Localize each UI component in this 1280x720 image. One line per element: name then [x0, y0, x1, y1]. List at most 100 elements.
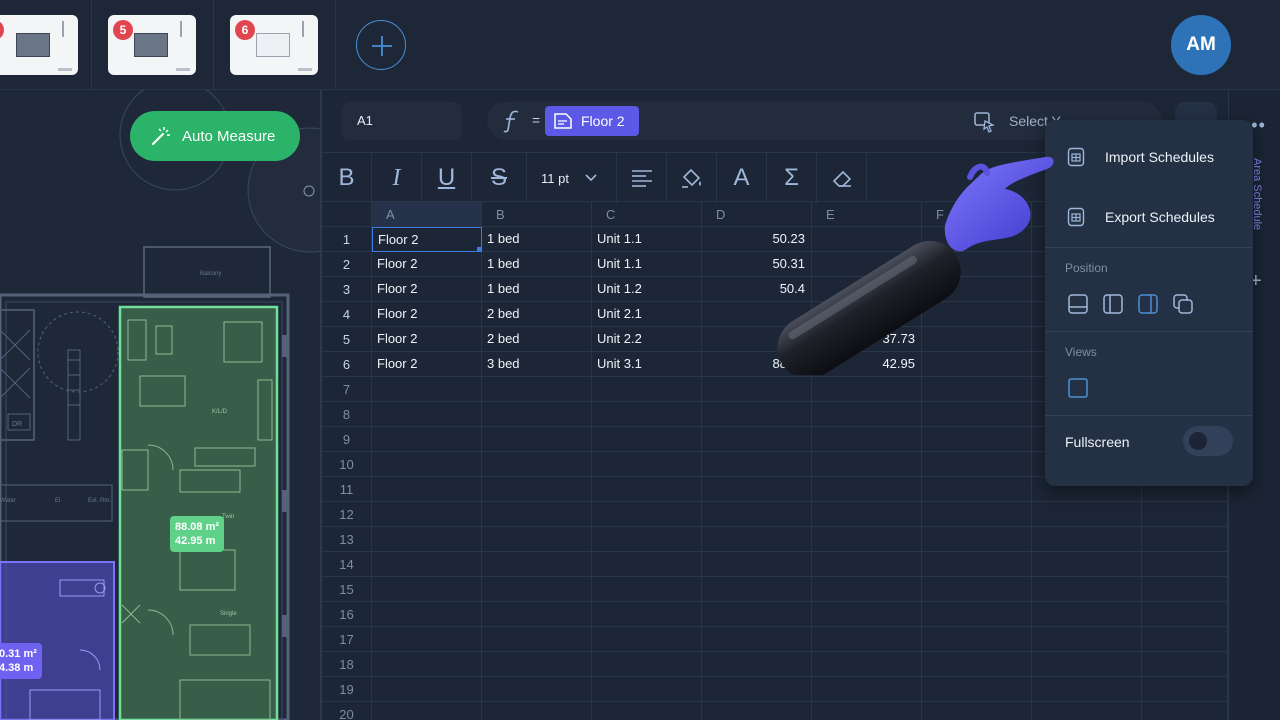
table-cell[interactable]	[922, 452, 1032, 477]
floor-plan-canvas[interactable]: Balcony DR Water El. Ext. Rm. K/L/D Twin…	[0, 90, 322, 720]
table-cell[interactable]	[702, 427, 812, 452]
table-cell[interactable]	[922, 527, 1032, 552]
table-cell[interactable]	[482, 527, 592, 552]
row-header[interactable]: 15	[322, 577, 372, 602]
table-cell[interactable]	[372, 452, 482, 477]
dock-bottom-icon[interactable]	[1067, 293, 1089, 315]
row-header[interactable]: 1	[322, 227, 372, 252]
table-cell[interactable]	[922, 402, 1032, 427]
table-cell[interactable]	[812, 527, 922, 552]
table-cell[interactable]	[922, 577, 1032, 602]
italic-button[interactable]: I	[372, 153, 422, 203]
table-cell[interactable]	[702, 652, 812, 677]
sheet-tab-5[interactable]: 5	[92, 0, 214, 90]
table-cell[interactable]	[482, 627, 592, 652]
table-cell[interactable]	[372, 552, 482, 577]
table-cell[interactable]	[922, 702, 1032, 720]
table-cell[interactable]	[372, 377, 482, 402]
row-header[interactable]: 2	[322, 252, 372, 277]
table-cell[interactable]	[1032, 602, 1142, 627]
table-cell[interactable]	[592, 502, 702, 527]
table-cell[interactable]	[812, 377, 922, 402]
row-header[interactable]: 19	[322, 677, 372, 702]
dock-right-icon[interactable]	[1137, 293, 1159, 315]
table-cell[interactable]	[702, 677, 812, 702]
table-cell[interactable]	[1142, 627, 1228, 652]
table-cell[interactable]: 2 bed	[482, 302, 592, 327]
table-cell[interactable]	[482, 602, 592, 627]
table-cell[interactable]	[1142, 527, 1228, 552]
table-cell[interactable]	[1142, 577, 1228, 602]
fullscreen-toggle[interactable]	[1183, 426, 1233, 456]
table-cell[interactable]	[812, 577, 922, 602]
table-cell[interactable]	[922, 677, 1032, 702]
table-cell[interactable]	[482, 477, 592, 502]
user-avatar[interactable]: AM	[1171, 15, 1231, 75]
table-cell[interactable]	[372, 477, 482, 502]
row-header[interactable]: 9	[322, 427, 372, 452]
row-header[interactable]: 7	[322, 377, 372, 402]
column-header[interactable]: C	[592, 202, 702, 227]
table-cell[interactable]	[592, 452, 702, 477]
sheet-tab-6[interactable]: 6	[214, 0, 336, 90]
table-cell[interactable]: 2 bed	[482, 327, 592, 352]
table-cell[interactable]	[812, 502, 922, 527]
table-cell[interactable]	[1032, 502, 1142, 527]
table-cell[interactable]	[482, 402, 592, 427]
table-cell[interactable]	[922, 502, 1032, 527]
cell-reference-field[interactable]: A1	[342, 102, 462, 140]
table-cell[interactable]	[482, 652, 592, 677]
table-cell[interactable]	[372, 677, 482, 702]
table-cell[interactable]	[592, 402, 702, 427]
row-header[interactable]: 16	[322, 602, 372, 627]
table-cell[interactable]	[372, 427, 482, 452]
table-cell[interactable]	[702, 502, 812, 527]
table-cell[interactable]	[1032, 552, 1142, 577]
table-cell[interactable]	[702, 527, 812, 552]
table-cell[interactable]	[592, 702, 702, 720]
table-cell[interactable]	[372, 602, 482, 627]
table-cell[interactable]	[482, 377, 592, 402]
align-button[interactable]	[617, 153, 667, 203]
table-cell[interactable]	[482, 577, 592, 602]
table-cell[interactable]	[812, 677, 922, 702]
fill-color-button[interactable]	[667, 153, 717, 203]
font-size-select[interactable]: 11 pt	[527, 153, 617, 203]
table-cell[interactable]	[372, 627, 482, 652]
dock-left-icon[interactable]	[1102, 293, 1124, 315]
import-schedules-item[interactable]: Import Schedules	[1045, 127, 1253, 187]
table-cell[interactable]	[812, 427, 922, 452]
table-cell[interactable]	[812, 702, 922, 720]
table-cell[interactable]	[1032, 702, 1142, 720]
table-cell[interactable]: Floor 2	[372, 327, 482, 352]
table-cell[interactable]	[922, 427, 1032, 452]
table-cell[interactable]	[1032, 677, 1142, 702]
table-cell[interactable]	[592, 602, 702, 627]
area-measurement-label[interactable]: 88.08 m² 42.95 m	[170, 516, 225, 552]
table-cell[interactable]	[702, 577, 812, 602]
table-cell[interactable]	[702, 702, 812, 720]
table-cell[interactable]	[812, 477, 922, 502]
table-cell[interactable]	[482, 677, 592, 702]
table-cell[interactable]	[592, 477, 702, 502]
table-cell[interactable]	[372, 527, 482, 552]
table-cell[interactable]	[592, 652, 702, 677]
table-cell[interactable]	[592, 377, 702, 402]
table-cell[interactable]	[372, 702, 482, 720]
row-header[interactable]: 20	[322, 702, 372, 720]
table-cell[interactable]	[812, 452, 922, 477]
table-cell[interactable]	[922, 602, 1032, 627]
table-cell[interactable]: Floor 2	[372, 277, 482, 302]
table-cell[interactable]: Floor 2	[372, 352, 482, 377]
row-header[interactable]: 6	[322, 352, 372, 377]
row-header[interactable]: 14	[322, 552, 372, 577]
table-cell[interactable]	[922, 552, 1032, 577]
table-cell[interactable]	[1142, 652, 1228, 677]
table-cell[interactable]	[372, 502, 482, 527]
table-cell[interactable]	[482, 502, 592, 527]
table-cell[interactable]	[702, 602, 812, 627]
sheet-thumbnail[interactable]	[0, 15, 78, 75]
row-header[interactable]: 5	[322, 327, 372, 352]
table-cell[interactable]: 3 bed	[482, 352, 592, 377]
row-header[interactable]: 10	[322, 452, 372, 477]
